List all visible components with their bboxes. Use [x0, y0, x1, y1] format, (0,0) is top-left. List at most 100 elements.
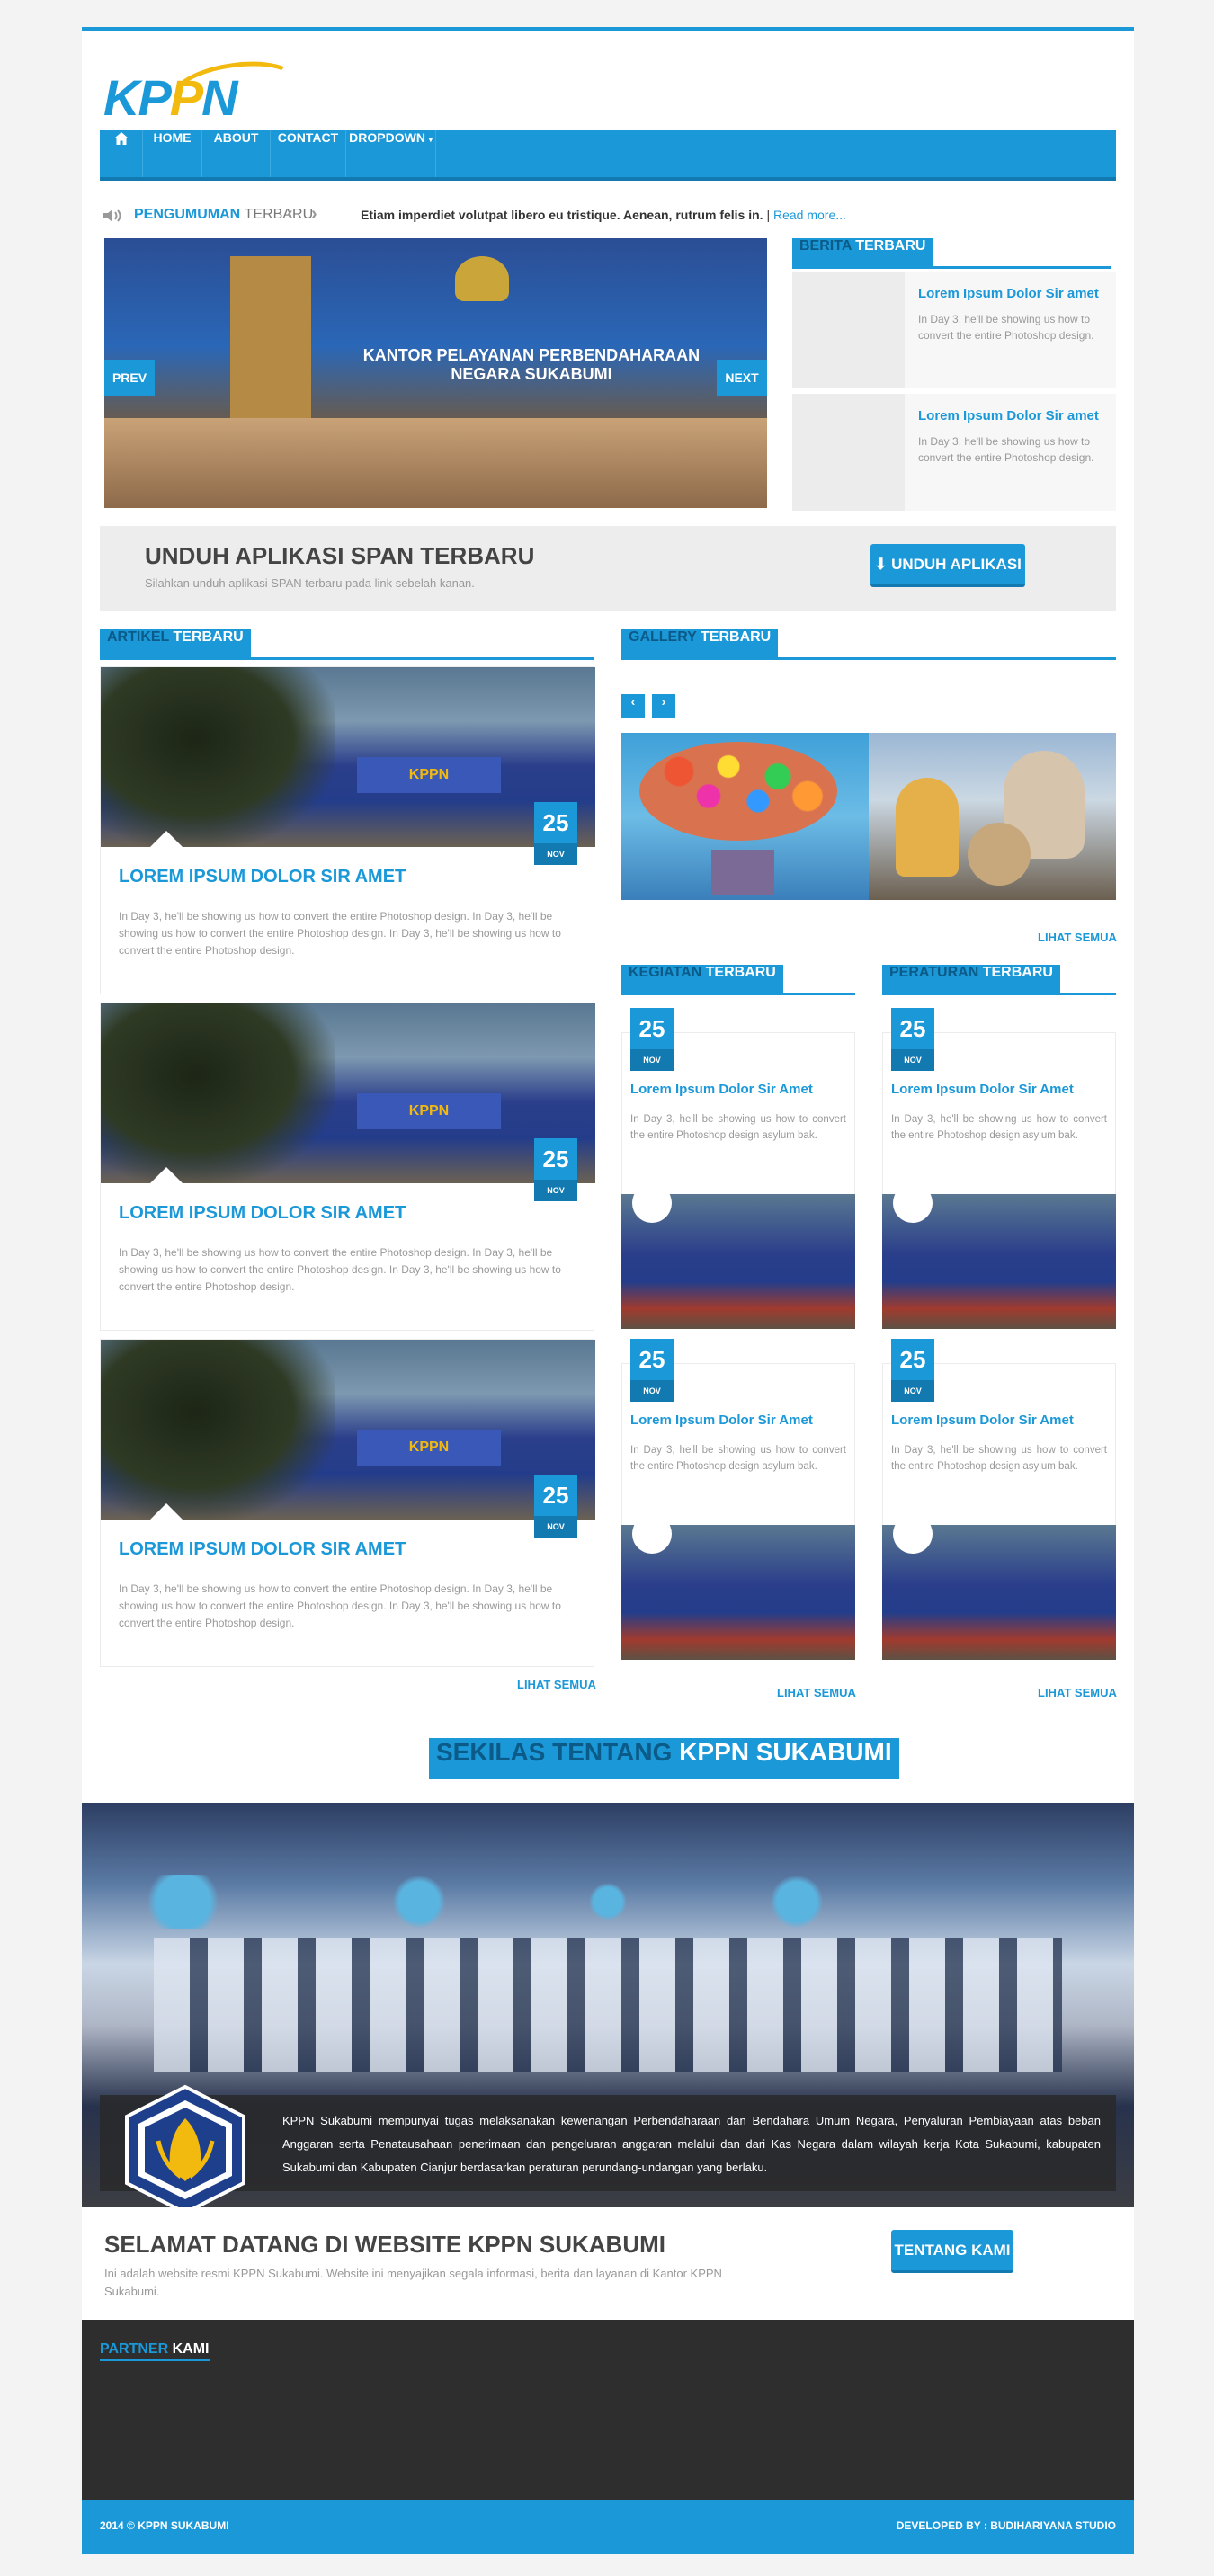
- about-us-button[interactable]: TENTANG KAMI: [891, 2230, 1013, 2273]
- news-title[interactable]: Lorem Ipsum Dolor Sir amet: [918, 408, 1099, 423]
- news-thumbnail: [792, 272, 905, 388]
- gallery-see-all-link[interactable]: LIHAT SEMUA: [1038, 931, 1117, 944]
- date-badge: 25 NOV: [534, 802, 577, 865]
- article-image-tree: [101, 667, 335, 847]
- kegiatan-section-header: KEGIATAN TERBARU: [621, 965, 855, 995]
- article-title[interactable]: LOREM IPSUM DOLOR SIR AMET: [119, 867, 406, 887]
- footer-credit: DEVELOPED BY : BUDIHARIYANA STUDIO: [896, 2519, 1116, 2532]
- activity-desc: In Day 3, he'll be showing us how to con…: [630, 1114, 846, 1141]
- article-title[interactable]: LOREM IPSUM DOLOR SIR AMET: [119, 1203, 406, 1224]
- image-badge-circle: [632, 1525, 672, 1554]
- article-image-sign: KPPN: [357, 757, 501, 793]
- nav-item-about[interactable]: ABOUT: [202, 130, 271, 177]
- nav-home-icon-button[interactable]: [100, 130, 143, 177]
- regulation-title[interactable]: Lorem Ipsum Dolor Sir Amet: [891, 1413, 1074, 1428]
- ticker-next-icon[interactable]: ›: [311, 204, 317, 225]
- about-heading: SEKILAS TENTANG KPPN SUKABUMI: [429, 1738, 899, 1779]
- kegiatan-heading: KEGIATAN TERBARU: [621, 965, 783, 993]
- activity-card[interactable]: 25 NOV Lorem Ipsum Dolor Sir Amet In Day …: [621, 1008, 855, 1360]
- date-badge: 25 NOV: [891, 1008, 934, 1071]
- berita-heading: BERITA TERBARU: [792, 238, 933, 266]
- berita-section-header: BERITA TERBARU: [792, 238, 1111, 269]
- article-card[interactable]: KPPN 25 NOV LOREM IPSUM DOLOR SIR AMET In…: [100, 666, 595, 994]
- regulation-card[interactable]: 25 NOV Lorem Ipsum Dolor Sir Amet In Day …: [882, 1008, 1116, 1360]
- article-image: KPPN: [101, 667, 595, 847]
- download-app-button[interactable]: ⬇ UNDUH APLIKASI: [870, 544, 1025, 587]
- artikel-section-header: ARTIKEL TERBARU: [100, 629, 594, 660]
- peraturan-section-header: PERATURAN TERBARU: [882, 965, 1116, 995]
- group-people: [154, 1938, 1062, 2072]
- news-item[interactable]: Lorem Ipsum Dolor Sir amet In Day 3, he'…: [792, 394, 1116, 511]
- nav-item-dropdown[interactable]: DROPDOWN ▾: [346, 130, 436, 177]
- about-group-photo: KPPN Sukabumi mempunyai tugas melaksanak…: [82, 1803, 1134, 2207]
- balloon-house: [711, 850, 774, 895]
- nav-item-contact[interactable]: CONTACT: [271, 130, 346, 177]
- news-title[interactable]: Lorem Ipsum Dolor Sir amet: [918, 286, 1099, 301]
- download-title: UNDUH APLIKASI SPAN TERBARU: [145, 542, 535, 569]
- regulation-title[interactable]: Lorem Ipsum Dolor Sir Amet: [891, 1082, 1074, 1097]
- article-desc: In Day 3, he'll be showing us how to con…: [119, 1246, 561, 1293]
- article-title[interactable]: LOREM IPSUM DOLOR SIR AMET: [119, 1539, 406, 1560]
- about-caption-panel: KPPN Sukabumi mempunyai tugas melaksanak…: [100, 2084, 1116, 2207]
- slider-sign-text: KANTOR PELAYANAN PERBENDAHARAAN NEGARA S…: [362, 346, 701, 383]
- article-card[interactable]: KPPN 25 NOV LOREM IPSUM DOLOR SIR AMET In…: [100, 1003, 595, 1331]
- slider-desk: [104, 418, 767, 508]
- download-icon: ⬇: [874, 556, 888, 573]
- slider-emblem: [455, 256, 509, 301]
- peraturan-heading: PERATURAN TERBARU: [882, 965, 1060, 993]
- gallery-image-balloons[interactable]: [621, 733, 869, 900]
- gallery-heading: GALLERY TERBARU: [621, 629, 779, 657]
- partner-heading: PARTNER KAMI: [100, 2341, 210, 2361]
- kegiatan-see-all-link[interactable]: LIHAT SEMUA: [777, 1686, 856, 1699]
- caret-down-icon: ▾: [428, 136, 433, 144]
- news-thumbnail: [792, 394, 905, 511]
- nav-item-home[interactable]: HOME: [143, 130, 202, 177]
- activity-title[interactable]: Lorem Ipsum Dolor Sir Amet: [630, 1413, 813, 1428]
- peraturan-see-all-link[interactable]: LIHAT SEMUA: [1038, 1686, 1117, 1699]
- character-boy: [896, 778, 959, 877]
- article-image: KPPN: [101, 1003, 595, 1183]
- activity-image: [621, 1525, 855, 1660]
- date-badge: 25 NOV: [534, 1138, 577, 1201]
- gallery-image-characters[interactable]: [869, 733, 1116, 900]
- image-badge-circle: [893, 1194, 933, 1223]
- welcome-title: SELAMAT DATANG DI WEBSITE KPPN SUKABUMI: [104, 2231, 665, 2258]
- artikel-see-all-link[interactable]: LIHAT SEMUA: [517, 1678, 596, 1691]
- nav-dropdown-label: DROPDOWN: [349, 130, 425, 145]
- regulation-image: [882, 1525, 1116, 1660]
- card-pointer: [150, 1167, 183, 1183]
- date-badge: 25 NOV: [630, 1008, 674, 1071]
- character-dog: [968, 823, 1031, 886]
- date-badge: 25 NOV: [534, 1475, 577, 1538]
- activity-desc: In Day 3, he'll be showing us how to con…: [630, 1445, 846, 1472]
- gallery-prev-button[interactable]: ‹: [621, 694, 645, 718]
- logo[interactable]: KPPN: [100, 54, 301, 126]
- activity-title[interactable]: Lorem Ipsum Dolor Sir Amet: [630, 1082, 813, 1097]
- main-nav: HOME ABOUT CONTACT DROPDOWN ▾: [100, 130, 1116, 181]
- about-text: KPPN Sukabumi mempunyai tugas melaksanak…: [282, 2114, 1101, 2174]
- regulation-desc: In Day 3, he'll be showing us how to con…: [891, 1445, 1107, 1472]
- article-card[interactable]: KPPN 25 NOV LOREM IPSUM DOLOR SIR AMET In…: [100, 1339, 595, 1667]
- date-badge: 25 NOV: [630, 1339, 674, 1402]
- speaker-icon: [103, 209, 121, 222]
- hero-slider[interactable]: KANTOR PELAYANAN PERBENDAHARAAN NEGARA S…: [104, 238, 767, 508]
- slider-next-button[interactable]: NEXT: [717, 360, 767, 396]
- activity-card[interactable]: 25 NOV Lorem Ipsum Dolor Sir Amet In Day …: [621, 1339, 855, 1691]
- article-desc: In Day 3, he'll be showing us how to con…: [119, 1582, 561, 1629]
- welcome-desc: Ini adalah website resmi KPPN Sukabumi. …: [104, 2267, 722, 2298]
- slider-prev-button[interactable]: PREV: [104, 360, 155, 396]
- gallery-next-button[interactable]: ›: [652, 694, 675, 718]
- gallery-section-header: GALLERY TERBARU: [621, 629, 1116, 660]
- article-image-tree: [101, 1340, 335, 1520]
- ticker-prev-icon[interactable]: ‹: [287, 204, 293, 225]
- page-container: KPPN HOME ABOUT CONTACT DROPDOWN ▾ PENGU…: [82, 27, 1134, 2554]
- announcement-ticker: PENGUMUMAN TERBARU ‹ › Etiam imperdiet v…: [100, 198, 1116, 234]
- regulation-desc: In Day 3, he'll be showing us how to con…: [891, 1114, 1107, 1141]
- logo-text: KPPN: [103, 69, 238, 126]
- date-badge: 25 NOV: [891, 1339, 934, 1402]
- balloons-cluster: [639, 742, 837, 841]
- partner-section: PARTNER KAMI: [82, 2320, 1134, 2500]
- news-item[interactable]: Lorem Ipsum Dolor Sir amet In Day 3, he'…: [792, 272, 1116, 388]
- ticker-read-more-link[interactable]: Read more...: [773, 208, 846, 222]
- regulation-card[interactable]: 25 NOV Lorem Ipsum Dolor Sir Amet In Day …: [882, 1339, 1116, 1691]
